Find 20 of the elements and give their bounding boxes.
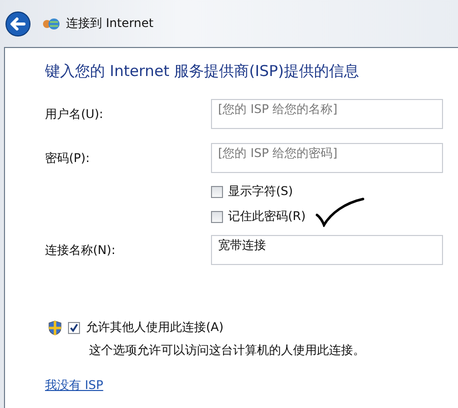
input-field[interactable]: [您的 ISP 给您的名称] (211, 99, 443, 129)
shield-icon (48, 320, 62, 336)
checkbox-label: 显示字符(S) (228, 183, 293, 200)
input-field[interactable]: [您的 ISP 给您的密码] (211, 143, 443, 173)
back-button[interactable] (4, 10, 32, 38)
page-heading: 键入您的 Internet 服务提供商(ISP)提供的信息 (45, 62, 360, 81)
option-description: 这个选项允许可以访问这台计算机的人使用此连接。 (89, 342, 366, 359)
input-field[interactable]: 宽带连接 (211, 235, 443, 265)
field-label: 连接名称(N): (45, 242, 116, 258)
checkbox[interactable] (68, 322, 80, 334)
field-label: 密码(P): (45, 150, 91, 166)
checkbox-label: 记住此密码(R) (228, 208, 306, 225)
checkbox[interactable] (211, 186, 223, 198)
checkbox-label: 允许其他人使用此连接(A) (86, 319, 224, 336)
network-globe-icon (42, 16, 60, 30)
field-label: 用户名(U): (45, 106, 104, 122)
handwritten-tick-drawing (315, 197, 365, 227)
window-title: 连接到 Internet (66, 15, 154, 32)
checkbox[interactable] (211, 210, 223, 222)
no-isp-link[interactable]: 我没有 ISP (45, 377, 104, 394)
